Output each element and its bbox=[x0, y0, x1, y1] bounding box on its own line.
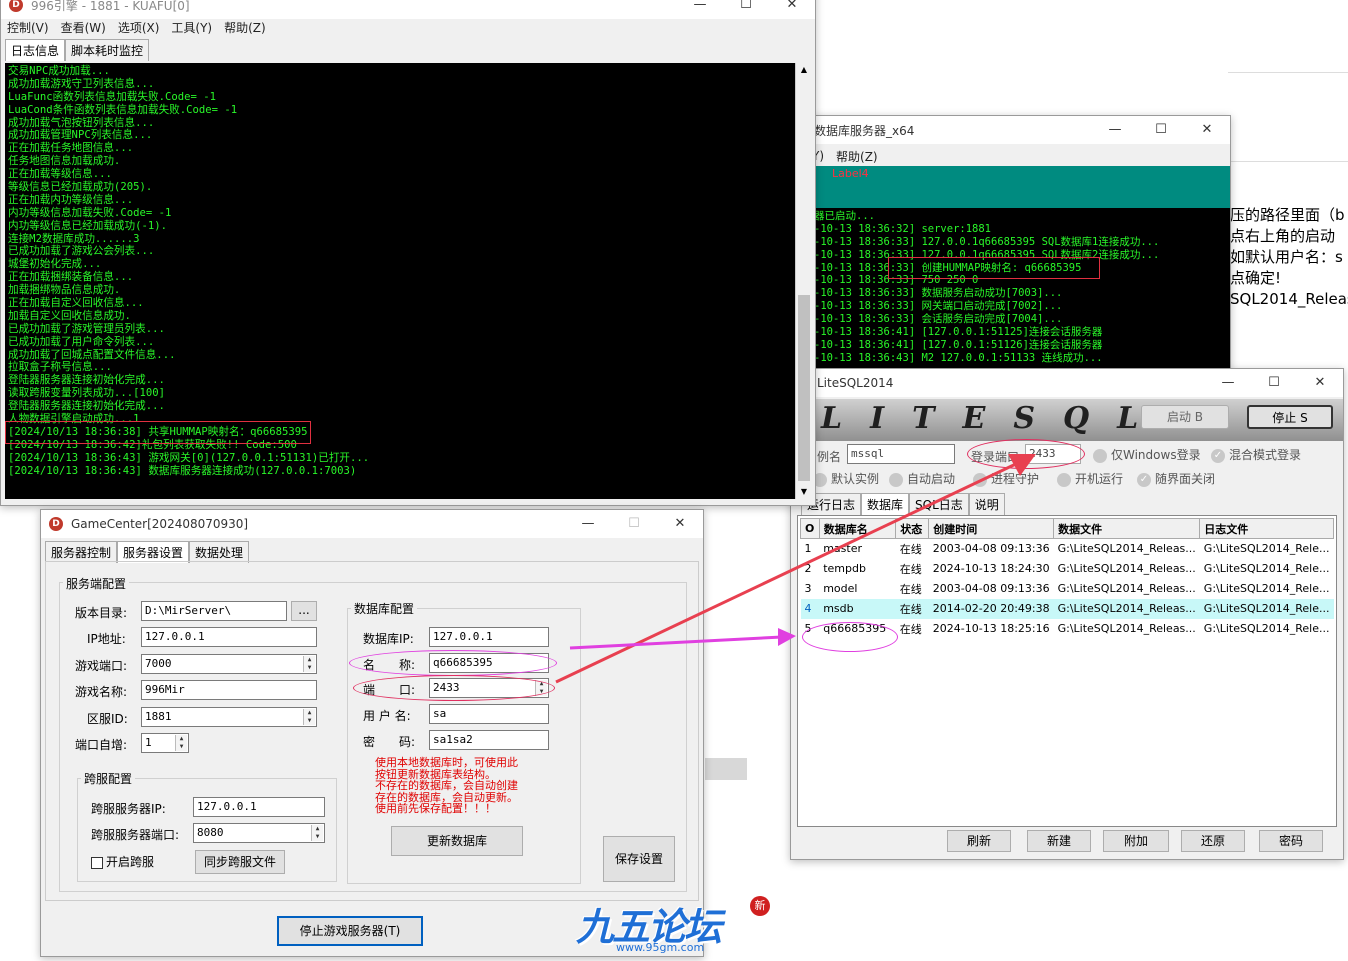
magenta-arrow-head bbox=[778, 628, 796, 646]
annotation-arrows bbox=[555, 454, 1036, 684]
watermark-badge: 新 bbox=[750, 896, 770, 916]
magenta-arrow-line bbox=[569, 635, 783, 650]
red-arrow-line bbox=[555, 460, 1021, 684]
watermark-url: www.95gm.com bbox=[616, 941, 705, 954]
forum-watermark: 九五论坛 www.95gm.com 新 bbox=[576, 896, 776, 960]
